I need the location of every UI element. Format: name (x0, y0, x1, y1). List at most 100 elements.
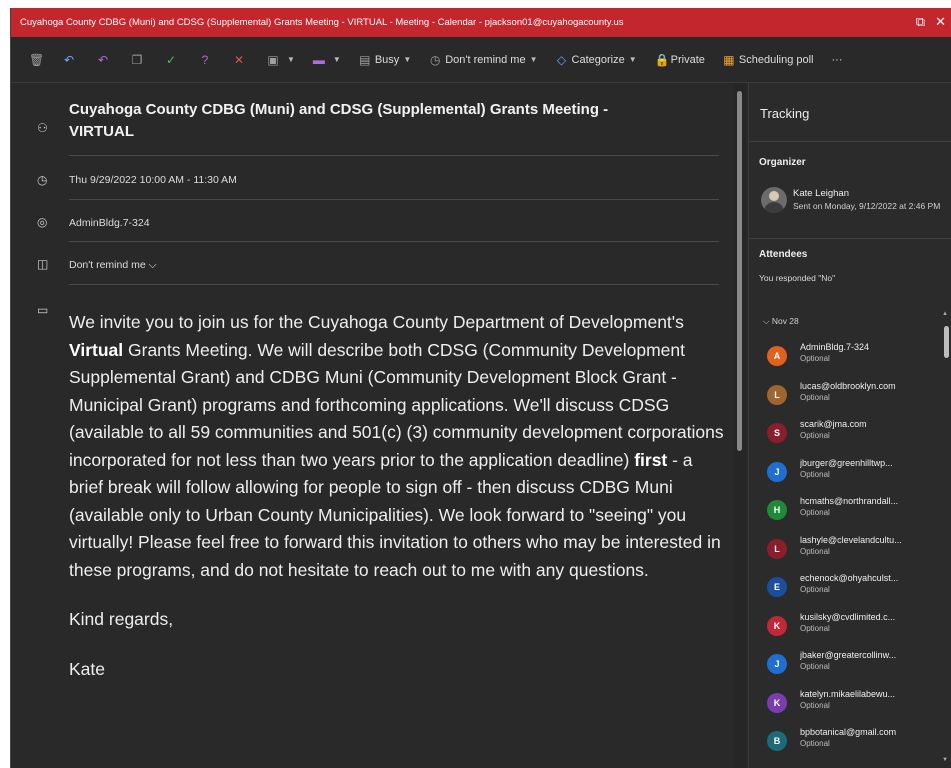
attendee-email: scarik@jma.com (800, 419, 867, 429)
meeting-subject: Cuyahoga County CDBG (Muni) and CDSG (Su… (69, 101, 609, 140)
categorize-label: Categorize (571, 53, 625, 66)
avatar[interactable] (761, 187, 787, 213)
private-button[interactable]: 🔒 Private (655, 53, 705, 67)
copy-icon: ❐ (131, 52, 143, 67)
avatar: K (767, 615, 787, 636)
details-scrollbar[interactable] (734, 83, 746, 768)
attendee-scrollbar[interactable]: ▲ ▼ (942, 311, 950, 763)
attendee-status: Optional (800, 662, 830, 671)
attendee-status: Optional (800, 508, 830, 517)
tracking-title: Tracking (760, 106, 810, 121)
close-icon[interactable]: ✕ (935, 14, 946, 30)
lock-icon: 🔒 (654, 52, 670, 67)
attendee-email: jbaker@greatercollinw... (800, 650, 897, 660)
chevron-down-icon: ⌵ (763, 316, 770, 326)
signature: Kate (69, 658, 105, 679)
clock-icon: ◷ (429, 52, 441, 67)
divider (69, 199, 719, 200)
attendee-row[interactable]: A AdminBldg.7-324 Optional (761, 342, 941, 380)
title-bar: Cuyahoga County CDBG (Muni) and CDSG (Su… (11, 8, 951, 37)
toolbar: 🗑 ↶ ↶ ❐ ✓ ? ✕ ▣ ▼ ▬ ▼ ▤ Busy ▼ ◷ Don't remind… (11, 37, 951, 83)
respond-dropdown[interactable]: ▣ ▼ (267, 53, 295, 67)
avatar: A (767, 346, 787, 366)
attendee-status: Optional (800, 431, 830, 440)
chevron-down-icon: ▼ (287, 55, 295, 64)
more-options-button[interactable]: ··· (832, 54, 843, 66)
chevron-down-icon: ▼ (403, 55, 412, 64)
attendee-row[interactable]: Sscarik@jma.com Optional (761, 419, 941, 457)
avatar: B (767, 731, 787, 751)
tentative-button[interactable]: ? (199, 53, 215, 67)
reply-all-icon: ↶ (97, 52, 109, 67)
organizer-name[interactable]: Kate Leighan (793, 188, 849, 199)
attendee-email: kusilsky@cvdlimited.c... (800, 611, 896, 622)
body-text: We invite you to join us for the Cuyahog… (69, 312, 684, 332)
divider (69, 284, 719, 285)
delete-button[interactable]: 🗑 (29, 53, 45, 67)
private-label: Private (670, 53, 705, 66)
categorize-dropdown[interactable]: ◇ Categorize ▼ (556, 53, 637, 67)
popout-icon[interactable]: ⧉ (916, 14, 925, 30)
meeting-body: We invite you to join us for the Cuyahog… (69, 309, 729, 705)
attendee-row[interactable]: Llashyle@clevelandcultu... Optional (761, 535, 941, 573)
attendee-status: Optional (800, 546, 830, 556)
attendee-row[interactable]: Eechenock@ohyahculst... Optional (761, 573, 941, 611)
scheduling-poll-button[interactable]: ▦ Scheduling poll (723, 52, 813, 67)
bell-icon: ◫ (37, 257, 49, 271)
avatar: K (767, 692, 787, 713)
reminder-label: Don't remind me (445, 53, 526, 66)
busy-dropdown[interactable]: ▤ Busy ▼ (359, 53, 411, 67)
reminder-dropdown[interactable]: Don't remind me ⌵ (69, 259, 157, 272)
copy-button[interactable]: ❐ (131, 53, 147, 67)
attendee-row[interactable]: Jjburger@greenhilltwp... Optional (761, 458, 941, 496)
attendee-status: Optional (800, 392, 830, 402)
avatar: S (767, 423, 787, 443)
scrollbar-thumb[interactable] (737, 91, 742, 451)
avatar: L (767, 384, 787, 405)
reply-button[interactable]: ↶ (63, 53, 79, 67)
attendee-email: jburger@greenhilltwp... (800, 457, 893, 468)
busy-label: Busy (374, 53, 400, 66)
group-label: Nov 28 (771, 316, 799, 326)
attendee-email: katelyn.mikaelilabewu... (800, 688, 896, 699)
accept-button[interactable]: ✓ (165, 53, 181, 67)
avatar: L (767, 538, 787, 559)
organizer-label: Organizer (759, 157, 806, 168)
location-icon: ◎ (37, 215, 48, 229)
poll-icon: ▦ (723, 52, 735, 67)
attendee-email: echenock@ohyahculst... (800, 573, 899, 583)
x-icon: ✕ (233, 52, 245, 67)
avatar: J (767, 654, 787, 674)
window-controls: ⧉ ✕ (916, 14, 946, 30)
reply-all-button[interactable]: ↶ (97, 53, 113, 67)
attendee-email: AdminBldg.7-324 (800, 342, 870, 352)
trash-icon: 🗑 (29, 52, 45, 67)
decline-button[interactable]: ✕ (233, 53, 249, 67)
move-dropdown[interactable]: ▬ ▼ (313, 53, 341, 67)
scrollbar-thumb[interactable] (944, 326, 949, 358)
attendee-row[interactable]: Llucas@oldbrooklyn.com Optional (761, 381, 941, 419)
attendee-row[interactable]: Kkatelyn.mikaelilabewu... Optional (761, 689, 941, 727)
chevron-down-icon: ⌵ (148, 259, 157, 271)
avatar: E (767, 577, 787, 597)
tag-icon: ◇ (556, 52, 567, 67)
attendee-row[interactable]: Hhcmaths@northrandall... Optional (761, 496, 941, 534)
attendee-status: Optional (800, 469, 830, 479)
attendee-status: Optional (800, 739, 830, 748)
body-bold-text: first (634, 449, 668, 470)
attendees-label: Attendees (759, 249, 808, 260)
notes-icon: ▭ (37, 303, 49, 317)
reminder-value: Don't remind me (69, 259, 146, 271)
scroll-down-icon[interactable]: ▼ (942, 757, 948, 763)
reminder-dropdown[interactable]: ◷ Don't remind me ▼ (429, 52, 538, 67)
scroll-up-icon[interactable]: ▲ (942, 311, 948, 317)
attendee-row[interactable]: Kkusilsky@cvdlimited.c... Optional (761, 612, 941, 650)
attendee-row[interactable]: Bbpbotanical@gmail.com Optional (761, 727, 941, 765)
divider (69, 241, 719, 242)
body-bold-text: Virtual (69, 339, 124, 360)
avatar: J (767, 461, 787, 482)
meeting-location: AdminBldg.7-324 (69, 217, 150, 229)
attendee-group-toggle[interactable]: ⌵ Nov 28 (763, 316, 799, 327)
tracking-pane: Tracking Organizer Kate Leighan Sent on … (748, 83, 951, 768)
attendee-row[interactable]: Jjbaker@greatercollinw... Optional (761, 650, 941, 688)
